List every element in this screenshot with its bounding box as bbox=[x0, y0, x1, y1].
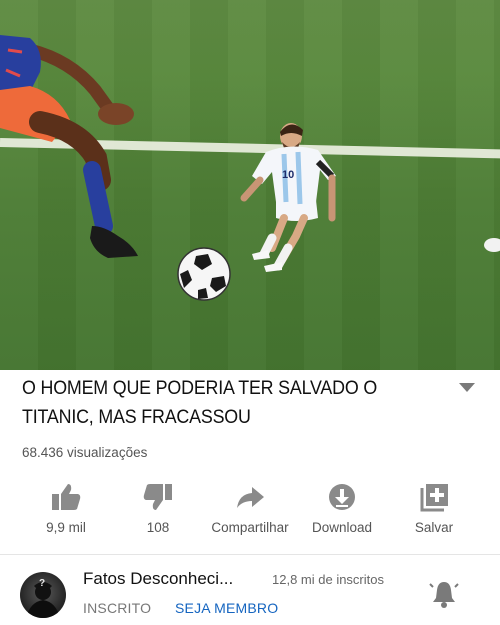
dislike-count: 108 bbox=[146, 520, 170, 535]
join-membership-button[interactable]: SEJA MEMBRO bbox=[175, 600, 278, 616]
large-player-figure bbox=[0, 35, 138, 258]
share-arrow-icon bbox=[237, 487, 264, 508]
small-player-figure: 10 bbox=[240, 123, 336, 272]
channel-row: ? Fatos Desconheci... 12,8 mi de inscrit… bbox=[0, 557, 500, 625]
video-player[interactable]: 10 bbox=[0, 0, 500, 370]
subscribed-button[interactable]: INSCRITO bbox=[83, 600, 151, 616]
svg-text:?: ? bbox=[39, 578, 45, 589]
add-to-playlist-icon bbox=[420, 484, 448, 512]
share-button[interactable]: Compartilhar bbox=[200, 478, 300, 540]
thumbs-up-icon bbox=[52, 484, 81, 510]
channel-name[interactable]: Fatos Desconheci... bbox=[83, 569, 233, 589]
video-title: O HOMEM QUE PODERIA TER SALVADO O TITANI… bbox=[22, 378, 378, 428]
download-button[interactable]: Download bbox=[292, 478, 392, 540]
download-icon bbox=[329, 484, 355, 510]
action-bar: 9,9 mil 108 Compartilhar Download Salvar bbox=[0, 478, 500, 542]
section-divider bbox=[0, 554, 500, 555]
save-button[interactable]: Salvar bbox=[384, 478, 484, 540]
notification-bell-icon[interactable] bbox=[429, 579, 459, 609]
like-count: 9,9 mil bbox=[46, 520, 86, 535]
expand-description-icon[interactable] bbox=[458, 382, 476, 394]
download-label: Download bbox=[311, 520, 373, 535]
channel-avatar[interactable]: ? bbox=[20, 572, 66, 618]
share-label: Compartilhar bbox=[211, 520, 289, 535]
save-label: Salvar bbox=[414, 520, 454, 535]
subscriber-count: 12,8 mi de inscritos bbox=[272, 572, 384, 587]
question-mark-figure-icon: ? bbox=[26, 578, 60, 618]
view-count: 68.436 visualizações bbox=[22, 445, 148, 460]
dislike-button[interactable]: 108 bbox=[108, 478, 208, 540]
thumbs-down-icon bbox=[143, 484, 172, 510]
ball-edge bbox=[484, 238, 500, 252]
like-button[interactable]: 9,9 mil bbox=[16, 478, 116, 540]
shirt-number: 10 bbox=[282, 169, 294, 181]
soccer-ball bbox=[177, 247, 231, 301]
